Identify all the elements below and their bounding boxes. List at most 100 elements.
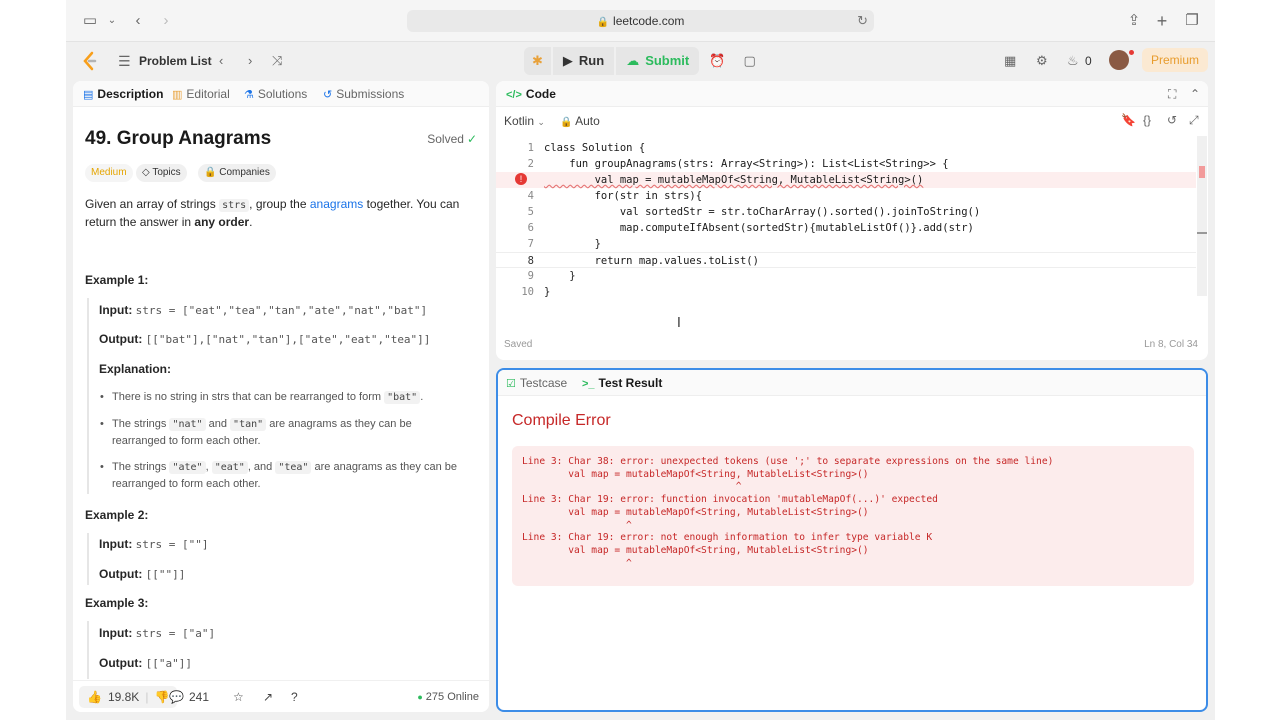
- reset-icon[interactable]: ↺: [1167, 113, 1177, 127]
- book-icon: ▥: [172, 89, 183, 101]
- code-line[interactable]: 6 map.computeIfAbsent(sortedStr){mutable…: [496, 220, 1196, 236]
- thumbs-up-icon[interactable]: 👍: [87, 689, 102, 705]
- code-line-current[interactable]: 8 return map.values.toList(): [496, 252, 1196, 268]
- shuffle-icon[interactable]: ⤨: [272, 51, 282, 71]
- problem-list-link[interactable]: Problem List: [139, 51, 212, 71]
- submit-button[interactable]: ☁ Submit: [616, 47, 700, 75]
- auto-mode[interactable]: 🔒 Auto: [560, 114, 600, 128]
- app-navbar: ☰ Problem List ‹ › ⤨ ✱ ▶ Run ☁ Submit ⏰ ▢ …: [66, 42, 1215, 80]
- example-output: Output: [["bat"],["nat","tan"],["ate","e…: [99, 332, 430, 346]
- tabs-overview-icon[interactable]: ❐: [1182, 11, 1202, 31]
- bullet-code: "bat": [384, 391, 421, 404]
- tab-solutions-label: Solutions: [257, 87, 308, 101]
- code-line-error[interactable]: ! val map = mutableMapOf<String, Mutable…: [496, 172, 1196, 188]
- statement-code: strs: [219, 199, 250, 212]
- result-panel: ☑ Testcase >_ Test Result Compile Error Li…: [496, 368, 1208, 712]
- editor-scrollbar[interactable]: [1197, 136, 1207, 296]
- output-label: Output:: [99, 656, 143, 670]
- anagrams-link[interactable]: anagrams: [310, 197, 363, 211]
- run-button[interactable]: ▶ Run: [552, 47, 615, 75]
- example-explanation: Explanation:: [99, 362, 171, 376]
- streak-fire-icon[interactable]: ♨: [1067, 51, 1079, 71]
- example-divider: [87, 621, 89, 679]
- online-dot-icon: ●: [417, 692, 423, 702]
- bullet-code: "tan": [230, 418, 267, 431]
- bullet-code: "ate": [169, 461, 206, 474]
- tab-editorial[interactable]: ▥ Editorial: [172, 87, 230, 102]
- code-text: class Solution {: [544, 142, 646, 154]
- thumbs-down-icon[interactable]: 👎: [154, 689, 169, 705]
- share-icon[interactable]: ⇪: [1124, 11, 1144, 31]
- braces-icon[interactable]: {}: [1143, 113, 1151, 127]
- tab-test-result[interactable]: >_ Test Result: [582, 376, 662, 391]
- bullet-text: .: [420, 391, 424, 403]
- bullet-text: are anagrams as they can be: [266, 418, 412, 430]
- example-input: Input: strs = ["a"]: [99, 626, 215, 640]
- debug-button[interactable]: ✱: [524, 47, 551, 75]
- alarm-icon: ⏰: [709, 53, 726, 68]
- star-icon[interactable]: ☆: [233, 689, 244, 705]
- statement-text: return the answer in: [85, 215, 195, 229]
- error-marker-icon[interactable]: !: [515, 173, 527, 185]
- comment-icon[interactable]: 💬: [169, 689, 184, 705]
- tab-testcase[interactable]: ☑ Testcase: [506, 376, 567, 391]
- leetcode-logo-icon[interactable]: [80, 51, 100, 71]
- premium-button[interactable]: Premium: [1142, 48, 1208, 72]
- check-circle-icon: ✓: [466, 132, 477, 146]
- notes-button[interactable]: ▢: [735, 47, 763, 75]
- gear-icon[interactable]: ⚙: [1036, 51, 1048, 71]
- solved-label: Solved: [427, 132, 464, 146]
- input-value: strs = ["eat","tea","tan","ate","nat","b…: [135, 304, 428, 317]
- sidebar-toggle-icon[interactable]: ▭: [80, 11, 100, 31]
- tab-solutions[interactable]: ⚗ Solutions: [244, 87, 307, 102]
- prev-problem-icon[interactable]: ‹: [219, 51, 223, 71]
- tab-description[interactable]: ▤ Description: [83, 87, 163, 102]
- tab-submissions[interactable]: ↺ Submissions: [323, 87, 404, 102]
- forward-icon[interactable]: ›: [156, 11, 176, 31]
- collapse-icon[interactable]: ⌃: [1190, 87, 1200, 101]
- input-label: Input:: [99, 303, 133, 317]
- help-icon[interactable]: ?: [291, 689, 298, 705]
- problem-title[interactable]: 49. Group Anagrams: [85, 128, 271, 150]
- bullet-text: The strings: [112, 418, 170, 430]
- companies-badge[interactable]: 🔒 Companies: [198, 164, 276, 182]
- code-line[interactable]: 5 val sortedStr = str.toCharArray().sort…: [496, 204, 1196, 220]
- code-line[interactable]: 7 }: [496, 236, 1196, 252]
- code-line[interactable]: 1 class Solution {: [496, 140, 1196, 156]
- tab-description-label: Description: [97, 87, 164, 101]
- list-item: The strings "ate", "eat", and "tea" are …: [100, 459, 472, 493]
- bookmark-icon[interactable]: 🔖: [1121, 113, 1136, 127]
- code-line[interactable]: 2 fun groupAnagrams(strs: Array<String>)…: [496, 156, 1196, 172]
- tab-test-result-label: Test Result: [598, 376, 663, 390]
- share-icon[interactable]: ↗: [263, 689, 273, 705]
- language-label: Kotlin: [504, 114, 535, 128]
- timer-button[interactable]: ⏰: [701, 47, 733, 75]
- compile-error-message: Line 3: Char 38: error: unexpected token…: [512, 446, 1194, 586]
- maximize-icon[interactable]: ⛶: [1168, 87, 1176, 101]
- example-output: Output: [[""]]: [99, 567, 185, 581]
- comment-count[interactable]: 241: [189, 689, 209, 705]
- address-bar[interactable]: 🔒 leetcode.com ↻: [407, 10, 874, 32]
- reload-icon[interactable]: ↻: [857, 10, 868, 32]
- next-problem-icon[interactable]: ›: [248, 51, 252, 71]
- cursor-scroll-marker: [1197, 232, 1207, 234]
- code-line[interactable]: 9 }: [496, 268, 1196, 284]
- description-footer: 👍 19.8K | 👎 💬 241 ☆ ↗ ? ● 275 Online: [73, 680, 489, 712]
- play-icon: ▶: [562, 53, 573, 68]
- chevron-down-icon[interactable]: ⌄: [102, 11, 122, 31]
- like-count: 19.8K: [107, 690, 140, 704]
- code-editor[interactable]: 1 class Solution { 2 fun groupAnagrams(st…: [496, 136, 1208, 336]
- bullet-text: rearranged to form each other.: [112, 478, 261, 490]
- avatar[interactable]: [1109, 50, 1129, 70]
- topics-badge[interactable]: ◇ Topics: [136, 164, 187, 182]
- code-line[interactable]: 10}: [496, 284, 1196, 300]
- run-label: Run: [578, 53, 605, 68]
- new-tab-icon[interactable]: +: [1152, 11, 1172, 31]
- layout-icon[interactable]: ▦: [1004, 51, 1016, 71]
- expand-icon[interactable]: ⤢: [1189, 113, 1199, 128]
- list-icon[interactable]: ☰: [118, 51, 131, 71]
- code-line[interactable]: 4 for(str in strs){: [496, 188, 1196, 204]
- tab-code[interactable]: </> Code: [506, 87, 556, 102]
- language-select[interactable]: Kotlin ⌄: [504, 114, 545, 128]
- back-icon[interactable]: ‹: [128, 11, 148, 31]
